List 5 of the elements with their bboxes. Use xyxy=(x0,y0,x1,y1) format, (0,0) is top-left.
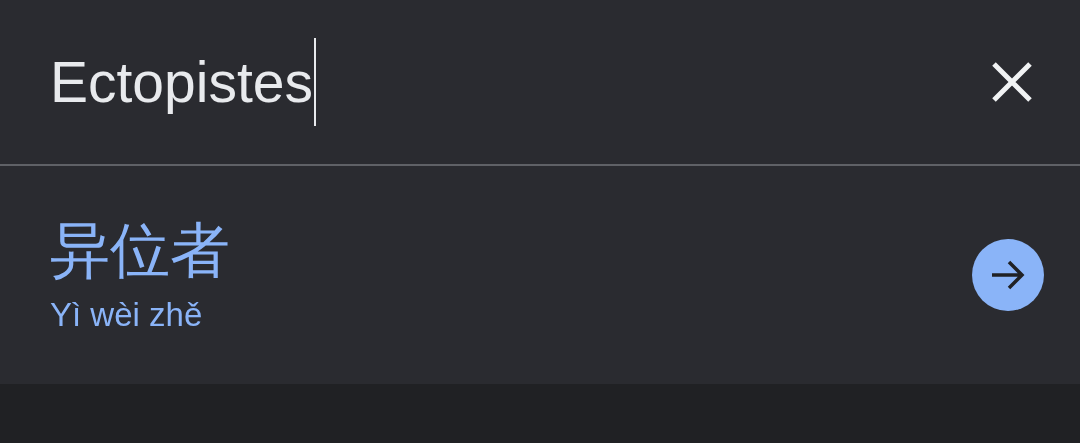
close-icon xyxy=(991,61,1033,103)
result-row[interactable]: 异位者 Yì wèi zhě xyxy=(0,166,1080,384)
translation-text: 异位者 xyxy=(50,219,231,280)
arrow-right-icon xyxy=(990,259,1026,291)
pinyin-text: Yì wèi zhě xyxy=(50,297,204,331)
